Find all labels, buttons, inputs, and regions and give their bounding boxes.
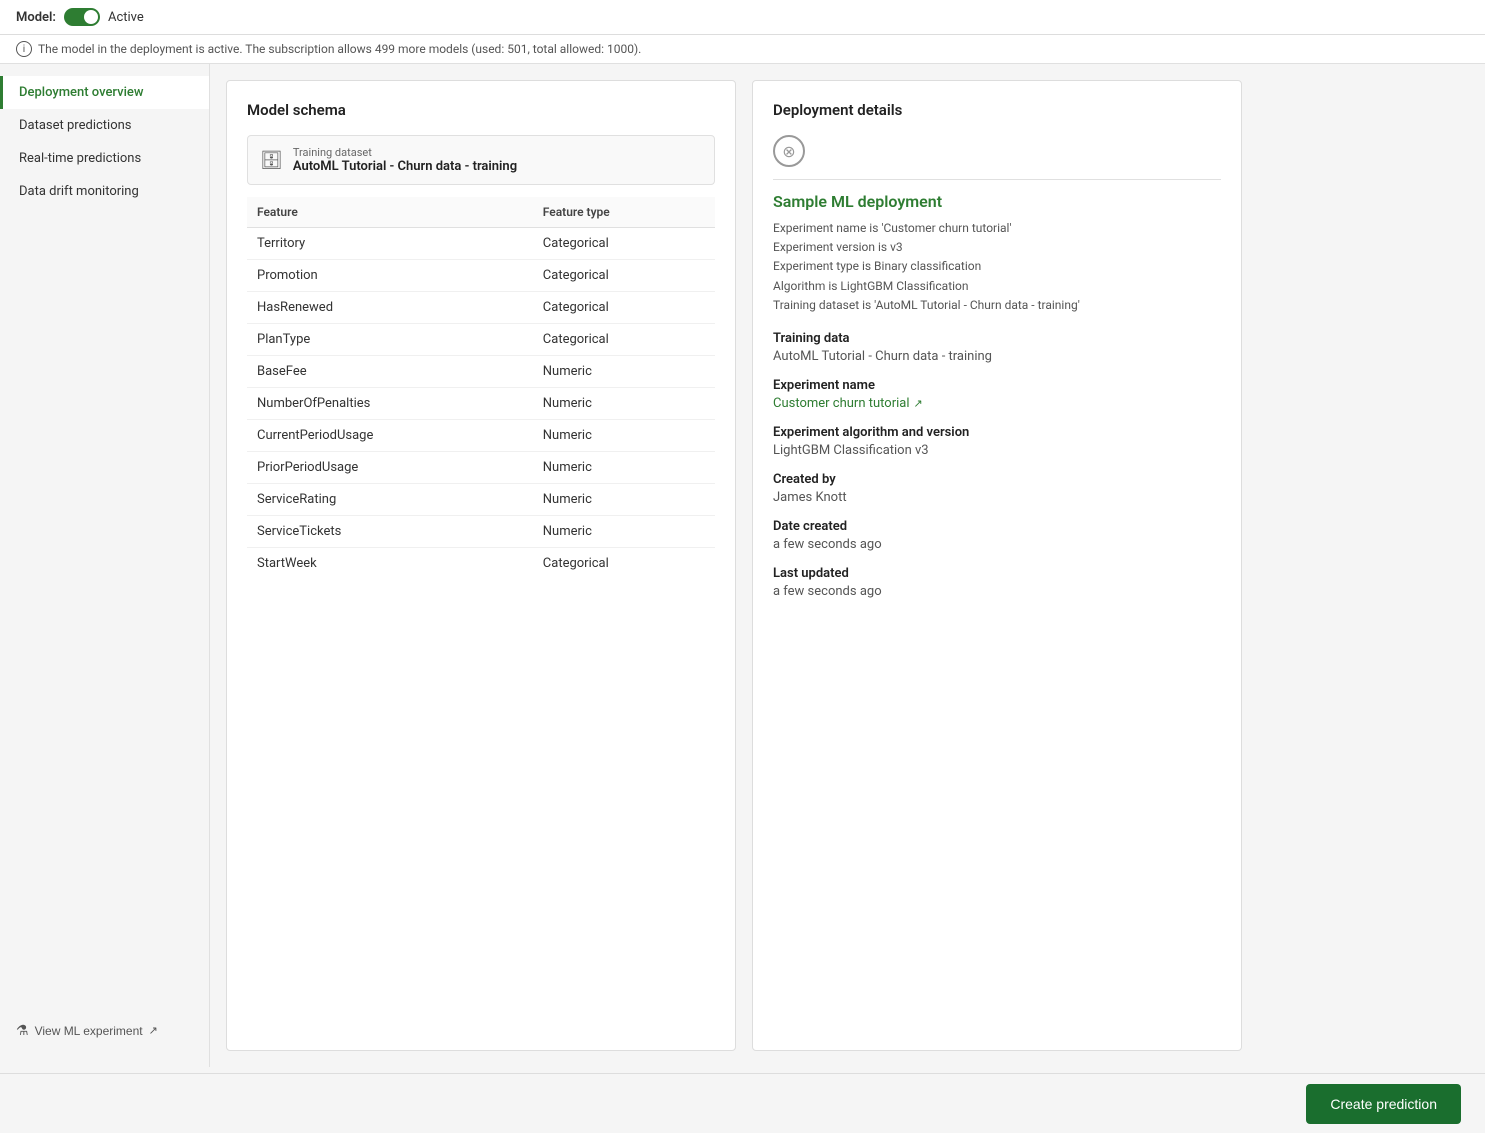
- detail-section-label: Last updated: [773, 566, 1221, 581]
- feature-name: ServiceTickets: [247, 516, 533, 548]
- feature-name: StartWeek: [247, 548, 533, 580]
- view-ml-experiment-button[interactable]: ⚗ View ML experiment ↗: [16, 1022, 158, 1039]
- feature-type: Numeric: [533, 356, 715, 388]
- table-row: CurrentPeriodUsageNumeric: [247, 420, 715, 452]
- detail-section: Date created a few seconds ago: [773, 519, 1221, 552]
- model-label: Model:: [16, 10, 56, 25]
- feature-name: BaseFee: [247, 356, 533, 388]
- feature-type: Categorical: [533, 548, 715, 580]
- info-message: The model in the deployment is active. T…: [38, 42, 641, 56]
- sidebar: Deployment overview Dataset predictions …: [0, 64, 210, 1067]
- detail-section: Experiment algorithm and version LightGBM…: [773, 425, 1221, 458]
- model-toggle[interactable]: [64, 8, 100, 26]
- toggle-state-label: Active: [108, 10, 144, 25]
- bottom-bar: Create prediction: [0, 1073, 1485, 1133]
- detail-section-label: Experiment algorithm and version: [773, 425, 1221, 440]
- deployment-details-panel: Deployment details ⊗ Sample ML deploymen…: [752, 80, 1242, 1051]
- feature-type: Numeric: [533, 452, 715, 484]
- detail-section-label: Training data: [773, 331, 1221, 346]
- table-row: StartWeekCategorical: [247, 548, 715, 580]
- table-row: BaseFeeNumeric: [247, 356, 715, 388]
- detail-section: Last updated a few seconds ago: [773, 566, 1221, 599]
- view-experiment-label: View ML experiment: [35, 1024, 143, 1038]
- detail-section: Training data AutoML Tutorial - Churn dat…: [773, 331, 1221, 364]
- training-dataset-header: 🗄 Training dataset AutoML Tutorial - Chu…: [247, 135, 715, 185]
- feature-table: Feature Feature type TerritoryCategorica…: [247, 197, 715, 579]
- training-dataset-name: AutoML Tutorial - Churn data - training: [293, 159, 517, 174]
- feature-name: Territory: [247, 228, 533, 260]
- column-header-feature: Feature: [247, 197, 533, 228]
- feature-name: ServiceRating: [247, 484, 533, 516]
- database-icon: 🗄: [260, 150, 283, 171]
- description-line: Training dataset is 'AutoML Tutorial - C…: [773, 296, 1221, 315]
- feature-name: PriorPeriodUsage: [247, 452, 533, 484]
- sidebar-item-dataset-predictions[interactable]: Dataset predictions: [0, 109, 209, 142]
- detail-section-label: Date created: [773, 519, 1221, 534]
- detail-section-value: LightGBM Classification v3: [773, 443, 1221, 458]
- feature-name: HasRenewed: [247, 292, 533, 324]
- sidebar-nav: Deployment overview Dataset predictions …: [0, 76, 209, 208]
- detail-section-link[interactable]: Customer churn tutorial↗: [773, 396, 1221, 411]
- external-link-icon: ↗: [149, 1024, 158, 1037]
- divider: [773, 179, 1221, 180]
- description-line: Experiment type is Binary classification: [773, 257, 1221, 276]
- info-bar: i The model in the deployment is active.…: [0, 35, 1485, 64]
- feature-name: CurrentPeriodUsage: [247, 420, 533, 452]
- deployment-name: Sample ML deployment: [773, 192, 1221, 211]
- table-row: ServiceRatingNumeric: [247, 484, 715, 516]
- description-line: Algorithm is LightGBM Classification: [773, 277, 1221, 296]
- feature-type: Categorical: [533, 260, 715, 292]
- model-schema-title: Model schema: [247, 101, 715, 119]
- deployment-details-title: Deployment details: [773, 101, 1221, 119]
- feature-type: Categorical: [533, 228, 715, 260]
- sidebar-item-realtime-predictions[interactable]: Real-time predictions: [0, 142, 209, 175]
- model-schema-panel: Model schema 🗄 Training dataset AutoML T…: [226, 80, 736, 1051]
- sidebar-item-deployment-overview[interactable]: Deployment overview: [0, 76, 209, 109]
- content-area: Model schema 🗄 Training dataset AutoML T…: [210, 64, 1485, 1067]
- feature-type: Numeric: [533, 516, 715, 548]
- detail-description: Experiment name is 'Customer churn tutor…: [773, 219, 1221, 315]
- create-prediction-button[interactable]: Create prediction: [1306, 1084, 1461, 1124]
- external-link-icon: ↗: [914, 397, 923, 410]
- feature-type: Numeric: [533, 484, 715, 516]
- feature-type: Categorical: [533, 324, 715, 356]
- sidebar-bottom: ⚗ View ML experiment ↗: [0, 1006, 209, 1055]
- table-row: PriorPeriodUsageNumeric: [247, 452, 715, 484]
- detail-section-value: AutoML Tutorial - Churn data - training: [773, 349, 1221, 364]
- detail-section: Experiment name Customer churn tutorial↗: [773, 378, 1221, 411]
- deployment-icon: ⊗: [773, 135, 805, 167]
- info-icon: i: [16, 41, 32, 57]
- description-line: Experiment version is v3: [773, 238, 1221, 257]
- table-row: PromotionCategorical: [247, 260, 715, 292]
- flask-icon: ⚗: [16, 1022, 29, 1039]
- main-layout: Deployment overview Dataset predictions …: [0, 64, 1485, 1067]
- feature-type: Categorical: [533, 292, 715, 324]
- model-status-bar: Model: Active: [0, 0, 1485, 35]
- feature-type: Numeric: [533, 420, 715, 452]
- detail-section-value: a few seconds ago: [773, 537, 1221, 552]
- training-dataset-label: Training dataset: [293, 146, 517, 159]
- detail-section-label: Created by: [773, 472, 1221, 487]
- sidebar-item-data-drift-monitoring[interactable]: Data drift monitoring: [0, 175, 209, 208]
- detail-section-value: James Knott: [773, 490, 1221, 505]
- training-dataset-info: Training dataset AutoML Tutorial - Churn…: [293, 146, 517, 174]
- feature-type: Numeric: [533, 388, 715, 420]
- detail-section-value: a few seconds ago: [773, 584, 1221, 599]
- column-header-feature-type: Feature type: [533, 197, 715, 228]
- detail-section-label: Experiment name: [773, 378, 1221, 393]
- feature-name: PlanType: [247, 324, 533, 356]
- detail-sections: Training data AutoML Tutorial - Churn dat…: [773, 331, 1221, 599]
- detail-section: Created by James Knott: [773, 472, 1221, 505]
- feature-name: NumberOfPenalties: [247, 388, 533, 420]
- table-row: ServiceTicketsNumeric: [247, 516, 715, 548]
- table-row: TerritoryCategorical: [247, 228, 715, 260]
- table-row: NumberOfPenaltiesNumeric: [247, 388, 715, 420]
- feature-name: Promotion: [247, 260, 533, 292]
- description-line: Experiment name is 'Customer churn tutor…: [773, 219, 1221, 238]
- table-row: HasRenewedCategorical: [247, 292, 715, 324]
- table-row: PlanTypeCategorical: [247, 324, 715, 356]
